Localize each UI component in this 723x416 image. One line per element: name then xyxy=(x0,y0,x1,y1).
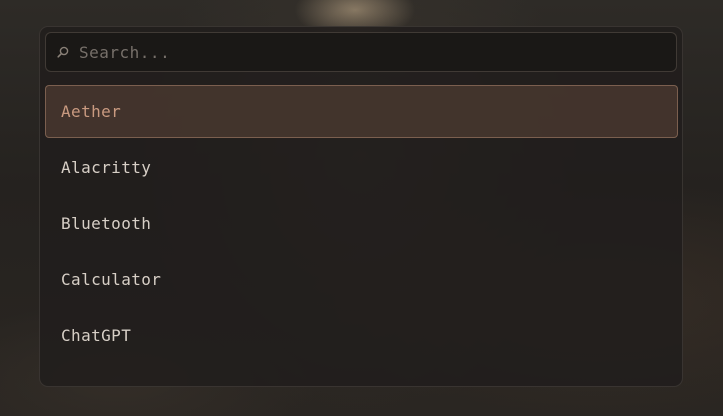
result-item-chatgpt[interactable]: ChatGPT xyxy=(45,309,678,362)
result-item-bluetooth[interactable]: Bluetooth xyxy=(45,197,678,250)
result-item-label: ChatGPT xyxy=(61,326,132,345)
search-input[interactable] xyxy=(79,33,659,71)
search-icon xyxy=(57,46,69,58)
result-item-alacritty[interactable]: Alacritty xyxy=(45,141,678,194)
result-item-aether[interactable]: Aether xyxy=(45,85,678,138)
result-item-label: Calculator xyxy=(61,270,162,289)
app-launcher: Aether Alacritty Bluetooth Calculator Ch… xyxy=(39,26,683,387)
result-item-label: Aether xyxy=(61,102,122,121)
results-list: Aether Alacritty Bluetooth Calculator Ch… xyxy=(45,85,678,365)
result-item-calculator[interactable]: Calculator xyxy=(45,253,678,306)
search-box[interactable] xyxy=(45,32,677,72)
result-item-label: Alacritty xyxy=(61,158,152,177)
result-item-label: Bluetooth xyxy=(61,214,152,233)
